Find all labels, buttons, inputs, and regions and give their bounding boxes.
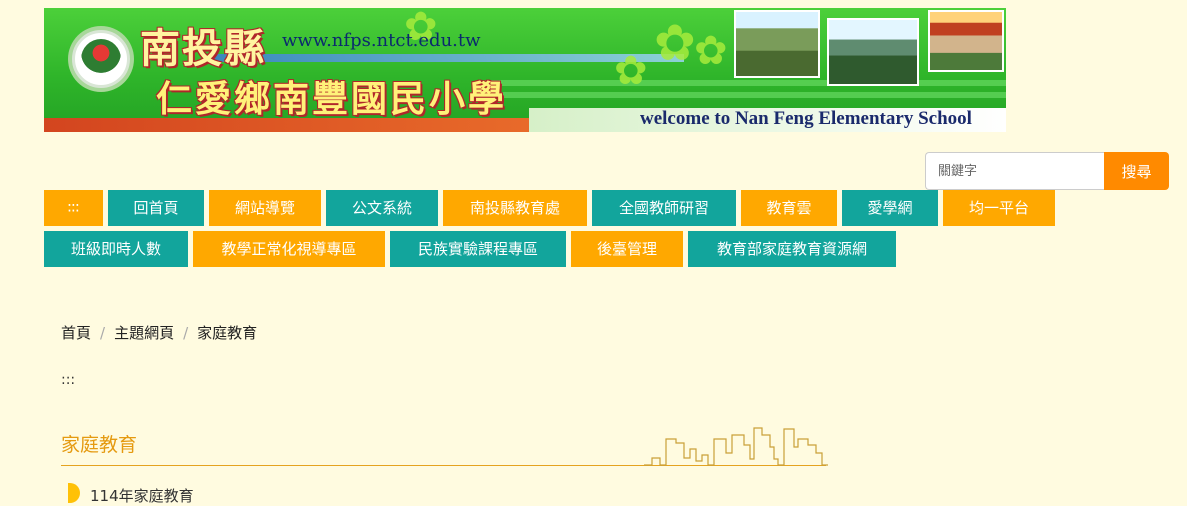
search-input[interactable] <box>925 152 1105 190</box>
nav-teaching-normalization[interactable]: 教學正常化視導專區 <box>193 231 385 267</box>
banner-photo-mountains <box>827 18 919 86</box>
search-button[interactable]: 搜尋 <box>1104 152 1169 190</box>
breadcrumb: 首頁 / 主題網頁 / 家庭教育 <box>61 322 257 343</box>
nav-home[interactable]: 回首頁 <box>108 190 204 226</box>
breadcrumb-separator: / <box>100 324 106 342</box>
skyline-decoration-icon <box>644 427 828 466</box>
nav-admin-backend[interactable]: 後臺管理 <box>571 231 683 267</box>
nav-junyi-platform[interactable]: 均一平台 <box>943 190 1055 226</box>
nav-document-system[interactable]: 公文系統 <box>326 190 438 226</box>
breadcrumb-separator: / <box>183 324 189 342</box>
banner-welcome-text: welcome to Nan Feng Elementary School <box>640 108 972 129</box>
list-bullet-icon <box>68 483 80 503</box>
breadcrumb-topic-pages[interactable]: 主題網頁 <box>114 324 174 342</box>
school-logo <box>72 30 130 88</box>
site-banner[interactable]: ✿ ✿ ✿ ✿ 南投縣 www.nfps.ntct.edu.tw 仁愛鄉南豐國民… <box>44 8 1006 132</box>
nav-class-headcount[interactable]: 班級即時人數 <box>44 231 188 267</box>
breadcrumb-home[interactable]: 首頁 <box>61 324 91 342</box>
nav-ethnic-curriculum[interactable]: 民族實驗課程專區 <box>390 231 566 267</box>
banner-photo-building <box>928 10 1004 72</box>
nav-education-cloud[interactable]: 教育雲 <box>741 190 837 226</box>
breadcrumb-current: 家庭教育 <box>197 324 258 342</box>
nav-sitemap[interactable]: 網站導覽 <box>209 190 321 226</box>
banner-school-title: 仁愛鄉南豐國民小學 <box>156 78 508 120</box>
nav-learning-net[interactable]: 愛學網 <box>842 190 938 226</box>
banner-photo-campus <box>734 10 820 78</box>
nav-teacher-training[interactable]: 全國教師研習 <box>592 190 736 226</box>
content-accesskey[interactable]: ::: <box>61 372 75 388</box>
nav-education-dept[interactable]: 南投縣教育處 <box>443 190 587 226</box>
banner-county-title: 南投縣 <box>140 25 266 72</box>
nav-accesskey[interactable]: ∶∶∶ <box>44 190 103 226</box>
section-item-link[interactable]: 114年家庭教育 <box>90 485 194 506</box>
nav-family-education-resources[interactable]: 教育部家庭教育資源網 <box>688 231 896 267</box>
banner-url: www.nfps.ntct.edu.tw <box>282 30 481 51</box>
section-title: 家庭教育 <box>61 434 138 456</box>
